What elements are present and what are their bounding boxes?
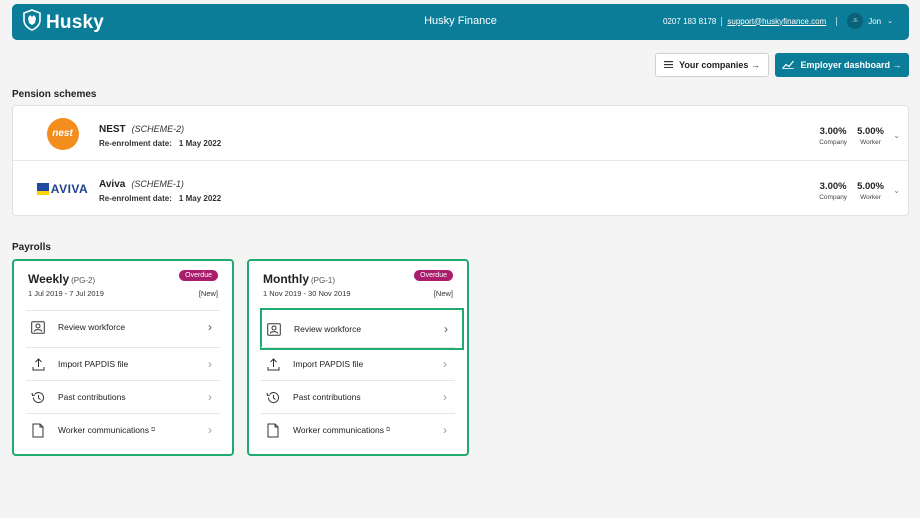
document-icon bbox=[265, 423, 281, 438]
history-icon bbox=[265, 391, 281, 404]
external-link-icon: ⧉ bbox=[151, 426, 156, 433]
pension-schemes-heading: Pension schemes bbox=[12, 89, 97, 100]
aviva-logo: AVIVA bbox=[25, 161, 100, 216]
employer-dashboard-label: Employer dashboard → bbox=[800, 60, 902, 70]
chevron-right-icon: › bbox=[208, 320, 212, 334]
reenrolment-label: Re-enrolment date: bbox=[99, 194, 172, 203]
support-email-link[interactable]: support@huskyfinance.com bbox=[722, 16, 838, 26]
person-badge-icon bbox=[30, 320, 46, 334]
worker-communications-item[interactable]: Worker communications ⧉ › bbox=[261, 413, 455, 446]
worker-rate-label: Worker bbox=[860, 139, 881, 146]
payroll-code: (PG-1) bbox=[311, 276, 335, 285]
company-rate-label: Company bbox=[819, 139, 848, 146]
avatar[interactable]: JE bbox=[847, 13, 864, 29]
review-workforce-item[interactable]: Review workforce › bbox=[260, 308, 464, 350]
nest-logo: nest bbox=[25, 106, 100, 161]
external-link-icon: ⧉ bbox=[386, 426, 391, 433]
support-phone: 0207 183 8178 bbox=[663, 16, 723, 26]
scheme-row-nest[interactable]: nest NEST (SCHEME-2) Re-enrolment date: 1 … bbox=[13, 106, 908, 161]
company-rate-label: Company bbox=[819, 194, 848, 201]
payroll-card-weekly: Weekly (PG-2) Overdue 1 Jul 2019 - 7 Jul … bbox=[12, 259, 234, 456]
import-papdis-item[interactable]: Import PAPDIS file › bbox=[261, 347, 455, 380]
import-papdis-item[interactable]: Import PAPDIS file › bbox=[26, 347, 220, 380]
chevron-right-icon: › bbox=[208, 357, 212, 371]
payroll-card-monthly: Monthly (PG-1) Overdue 1 Nov 2019 - 30 No… bbox=[247, 259, 469, 456]
worker-rate: 5.00% bbox=[857, 126, 884, 137]
scheme-row-aviva[interactable]: AVIVA Aviva (SCHEME-1) Re-enrolment date:… bbox=[13, 161, 908, 216]
your-companies-label: Your companies → bbox=[679, 60, 760, 70]
pension-schemes-list: nest NEST (SCHEME-2) Re-enrolment date: 1 … bbox=[12, 105, 909, 216]
your-companies-button[interactable]: Your companies → bbox=[655, 53, 769, 77]
document-icon bbox=[30, 423, 46, 438]
list-icon bbox=[664, 60, 674, 70]
item-label: Import PAPDIS file bbox=[293, 359, 364, 369]
history-icon bbox=[30, 391, 46, 404]
upload-icon bbox=[265, 357, 281, 371]
company-rate: 3.00% bbox=[819, 126, 847, 137]
item-label: Review workforce bbox=[58, 322, 126, 332]
chevron-down-icon[interactable]: ⌄ bbox=[893, 186, 900, 195]
payroll-dates: 1 Nov 2019 - 30 Nov 2019 bbox=[263, 289, 351, 298]
payroll-status: [New] bbox=[198, 289, 218, 298]
scheme-code: (SCHEME-1) bbox=[131, 179, 184, 189]
chevron-right-icon: › bbox=[443, 357, 447, 371]
company-rate: 3.00% bbox=[819, 181, 847, 192]
user-name[interactable]: Jon bbox=[868, 17, 881, 26]
chevron-down-icon[interactable]: ⌄ bbox=[887, 17, 893, 25]
payroll-code: (PG-2) bbox=[71, 276, 96, 285]
payroll-status: [New] bbox=[433, 289, 453, 298]
past-contributions-item[interactable]: Past contributions › bbox=[26, 380, 220, 413]
chevron-down-icon[interactable]: ⌄ bbox=[893, 131, 900, 140]
payroll-title: Monthly bbox=[263, 272, 309, 286]
top-navbar: Husky Husky Finance 0207 183 8178 suppor… bbox=[12, 4, 909, 40]
chevron-right-icon: › bbox=[443, 390, 447, 404]
item-label: Worker communications bbox=[293, 425, 385, 435]
reenrolment-date: 1 May 2022 bbox=[178, 194, 222, 203]
payroll-dates: 1 Jul 2019 - 7 Jul 2019 bbox=[28, 289, 104, 298]
worker-communications-item[interactable]: Worker communications ⧉ › bbox=[26, 413, 220, 446]
payrolls-heading: Payrolls bbox=[12, 242, 51, 253]
reenrolment-date: 1 May 2022 bbox=[178, 139, 222, 148]
worker-rate-label: Worker bbox=[860, 194, 881, 201]
payroll-title: Weekly bbox=[28, 272, 70, 286]
worker-rate: 5.00% bbox=[857, 181, 884, 192]
item-label: Past contributions bbox=[58, 392, 126, 402]
chevron-right-icon: › bbox=[443, 423, 447, 437]
reenrolment-label: Re-enrolment date: bbox=[99, 139, 172, 148]
scheme-code: (SCHEME-2) bbox=[131, 124, 185, 134]
review-workforce-item[interactable]: Review workforce › bbox=[26, 310, 220, 343]
employer-dashboard-button[interactable]: Employer dashboard → bbox=[775, 53, 909, 77]
item-label: Worker communications bbox=[58, 425, 150, 435]
past-contributions-item[interactable]: Past contributions › bbox=[261, 380, 455, 413]
item-label: Past contributions bbox=[293, 392, 361, 402]
chevron-right-icon: › bbox=[208, 423, 212, 437]
chevron-right-icon: › bbox=[208, 390, 212, 404]
scheme-name: NEST bbox=[99, 124, 126, 135]
person-badge-icon bbox=[266, 322, 282, 336]
item-label: Import PAPDIS file bbox=[58, 359, 129, 369]
chevron-right-icon: › bbox=[444, 322, 448, 336]
chart-line-icon bbox=[782, 60, 795, 71]
item-label: Review workforce bbox=[294, 324, 362, 334]
overdue-badge: Overdue bbox=[414, 270, 453, 281]
scheme-name: Aviva bbox=[99, 179, 126, 190]
upload-icon bbox=[30, 357, 46, 371]
overdue-badge: Overdue bbox=[179, 270, 218, 281]
